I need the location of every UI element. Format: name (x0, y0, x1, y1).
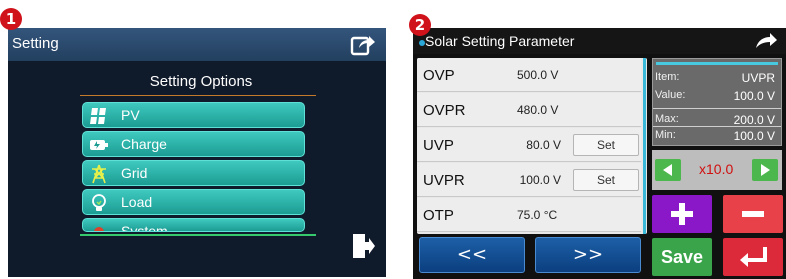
enter-button[interactable] (723, 238, 783, 276)
set-button[interactable]: Set (573, 134, 639, 156)
item-value: UVPR (741, 71, 775, 85)
param-name: UVPR (423, 172, 465, 189)
info-divider (653, 126, 781, 127)
title-divider (80, 95, 316, 96)
info-accent-bar (656, 62, 778, 65)
param-name: OVPR (423, 102, 466, 119)
system-icon (94, 227, 104, 231)
share-icon[interactable] (754, 32, 778, 50)
min-value: 100.0 V (733, 129, 775, 143)
param-name: OTP (423, 207, 454, 224)
step-badge-2: 2 (409, 14, 431, 36)
arrow-right-icon (761, 164, 770, 176)
arrow-left-icon (663, 164, 672, 176)
set-button[interactable]: Set (573, 169, 639, 191)
param-row-otp[interactable]: OTP 75.0 °C (417, 198, 641, 232)
options-title: Setting Options (149, 73, 253, 90)
prev-page-button[interactable]: << (419, 237, 525, 273)
system-label: System (121, 223, 168, 232)
solar-panel-icon (90, 108, 106, 124)
load-label: Load (121, 194, 153, 210)
value-label: Value: (655, 89, 686, 101)
min-label: Min: (655, 129, 676, 141)
step-value: x10.0 (699, 161, 734, 177)
step-selector: x10.0 (652, 150, 782, 190)
param-value: 480.0 V (517, 103, 559, 117)
screen-title: Setting (12, 35, 59, 52)
max-label: Max: (655, 113, 679, 125)
grid-label: Grid (121, 165, 148, 181)
param-value: 100.0 V (519, 173, 561, 187)
info-divider (653, 108, 781, 109)
item-label: Item: (655, 71, 680, 83)
enter-return-icon (740, 247, 767, 267)
save-button[interactable]: Save (652, 238, 712, 276)
header-bar: Setting (8, 28, 386, 61)
header-bar: Solar Setting Parameter (413, 28, 786, 54)
charge-button[interactable]: Charge (82, 131, 305, 157)
setting-screen: Setting Setting Options PV Charge Grid L… (8, 28, 386, 277)
param-value: 500.0 V (517, 68, 559, 82)
grid-button[interactable]: Grid (82, 160, 305, 186)
pv-label: PV (121, 107, 140, 123)
decrease-button[interactable] (723, 195, 783, 233)
load-button[interactable]: Load (82, 189, 305, 215)
scrollbar[interactable] (643, 58, 646, 234)
param-row-ovp[interactable]: OVP 500.0 V (417, 58, 641, 92)
param-row-uvpr[interactable]: UVPR 100.0 V Set (417, 163, 641, 197)
step-decrease-button[interactable] (655, 159, 681, 181)
next-page-button[interactable]: >> (535, 237, 641, 273)
light-bulb-icon (92, 194, 106, 211)
param-value: 80.0 V (526, 138, 561, 152)
param-name: OVP (423, 67, 455, 84)
exit-door-icon[interactable] (352, 232, 376, 260)
step-badge-1: 1 (0, 8, 22, 30)
charge-label: Charge (121, 136, 167, 152)
solar-setting-screen: Solar Setting Parameter OVP 500.0 V OVPR… (413, 28, 786, 279)
power-tower-icon (92, 164, 106, 184)
max-value: 200.0 V (733, 113, 775, 127)
parameter-list: OVP 500.0 V OVPR 480.0 V UVP 80.0 V Set … (417, 58, 647, 234)
step-increase-button[interactable] (752, 159, 778, 181)
share-icon[interactable] (350, 32, 376, 56)
list-bottom-divider (80, 234, 316, 236)
param-value: 75.0 °C (517, 208, 558, 222)
item-info-panel: Item: UVPR Value: 100.0 V Max: 200.0 V M… (652, 58, 782, 146)
battery-charge-icon (90, 140, 108, 150)
system-button[interactable]: System (82, 218, 305, 232)
param-row-uvp[interactable]: UVP 80.0 V Set (417, 128, 641, 162)
increase-button[interactable] (652, 195, 712, 233)
param-name: UVP (423, 137, 454, 154)
pv-button[interactable]: PV (82, 102, 305, 128)
minus-icon (742, 211, 764, 217)
plus-icon (671, 203, 693, 225)
param-row-ovpr[interactable]: OVPR 480.0 V (417, 93, 641, 127)
screen-title: Solar Setting Parameter (425, 33, 575, 49)
value-value: 100.0 V (733, 89, 775, 103)
